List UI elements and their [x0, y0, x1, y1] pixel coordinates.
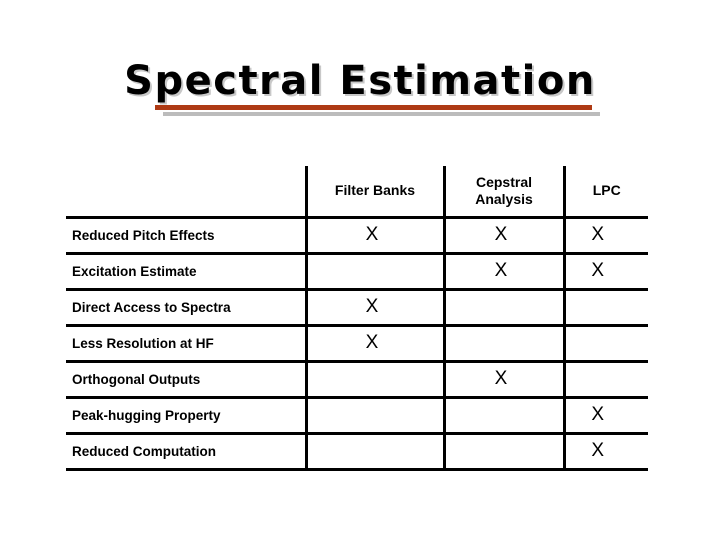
- cell-direct-access-to-spectra-filter-banks: X: [304, 289, 444, 327]
- title-underline: [155, 105, 592, 110]
- cell-excitation-estimate-lpc: X: [562, 253, 648, 291]
- comparison-table-wrap: Filter Banks Cepstral Analysis LPC Reduc…: [66, 166, 648, 471]
- cell-reduced-computation-lpc: X: [562, 433, 648, 471]
- column-header-cepstral-line1: Cepstral: [475, 174, 533, 191]
- row-label-reduced-computation: Reduced Computation: [66, 433, 306, 471]
- cell-peak-hugging-property-filter-banks: [304, 397, 444, 435]
- cell-less-resolution-at-hf-cepstral: [442, 325, 564, 363]
- comparison-table: Filter Banks Cepstral Analysis LPC Reduc…: [66, 166, 648, 471]
- cell-excitation-estimate-cepstral: X: [442, 253, 564, 291]
- cell-orthogonal-outputs-cepstral: X: [442, 361, 564, 399]
- column-header-filter-banks: Filter Banks: [304, 166, 444, 219]
- cell-reduced-pitch-effects-filter-banks: X: [304, 217, 444, 255]
- cell-orthogonal-outputs-lpc: [562, 361, 648, 399]
- cell-reduced-pitch-effects-lpc: X: [562, 217, 648, 255]
- table-row: Less Resolution at HF X: [66, 325, 648, 363]
- row-label-reduced-pitch-effects: Reduced Pitch Effects: [66, 217, 306, 255]
- cell-reduced-computation-cepstral: [442, 433, 564, 471]
- table-header: Filter Banks Cepstral Analysis LPC: [66, 166, 648, 219]
- row-label-peak-hugging-property: Peak-hugging Property: [66, 397, 306, 435]
- row-label-orthogonal-outputs: Orthogonal Outputs: [66, 361, 306, 399]
- table-header-row: Filter Banks Cepstral Analysis LPC: [66, 166, 648, 219]
- table-row: Peak-hugging Property X: [66, 397, 648, 435]
- slide-canvas: { "slide": { "title": "Spectral Estimati…: [0, 0, 720, 540]
- cell-direct-access-to-spectra-lpc: [562, 289, 648, 327]
- table-body: Reduced Pitch Effects X X X Excitation E…: [66, 217, 648, 471]
- title-underline-group: [155, 105, 600, 117]
- row-label-less-resolution-at-hf: Less Resolution at HF: [66, 325, 306, 363]
- row-label-direct-access-to-spectra: Direct Access to Spectra: [66, 289, 306, 327]
- column-header-property: [66, 166, 306, 219]
- cell-direct-access-to-spectra-cepstral: [442, 289, 564, 327]
- column-header-cepstral-analysis: Cepstral Analysis: [442, 166, 564, 219]
- row-label-excitation-estimate: Excitation Estimate: [66, 253, 306, 291]
- table-row: Orthogonal Outputs X: [66, 361, 648, 399]
- cell-reduced-computation-filter-banks: [304, 433, 444, 471]
- cell-reduced-pitch-effects-cepstral: X: [442, 217, 564, 255]
- table-row: Direct Access to Spectra X: [66, 289, 648, 327]
- table-row: Reduced Pitch Effects X X X: [66, 217, 648, 255]
- table-row: Reduced Computation X: [66, 433, 648, 471]
- cell-peak-hugging-property-cepstral: [442, 397, 564, 435]
- cell-orthogonal-outputs-filter-banks: [304, 361, 444, 399]
- cell-excitation-estimate-filter-banks: [304, 253, 444, 291]
- title-block: Spectral Estimation: [0, 60, 720, 102]
- cell-less-resolution-at-hf-lpc: [562, 325, 648, 363]
- page-title: Spectral Estimation: [124, 58, 596, 104]
- title-underline-shadow: [163, 112, 600, 116]
- column-header-cepstral-line2: Analysis: [475, 190, 533, 207]
- cell-less-resolution-at-hf-filter-banks: X: [304, 325, 444, 363]
- cell-peak-hugging-property-lpc: X: [562, 397, 648, 435]
- column-header-lpc: LPC: [562, 166, 648, 219]
- table-row: Excitation Estimate X X: [66, 253, 648, 291]
